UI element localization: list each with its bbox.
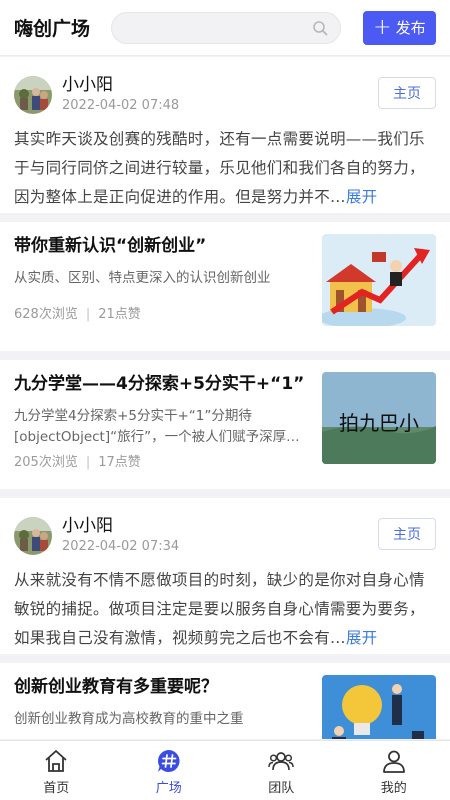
- expand-link[interactable]: 展开: [346, 629, 378, 647]
- user-meta: 小小阳 2022-04-02 07:34: [62, 516, 179, 556]
- post-card[interactable]: 小小阳 2022-04-02 07:34 主页 从来就没有不情不愿做项目的时刻，…: [0, 498, 450, 654]
- hashtag-chat-icon: [157, 750, 180, 772]
- article-desc: 从实质、区别、特点更深入的认识创新创业: [14, 270, 271, 286]
- post-card[interactable]: 小小阳 2022-04-02 07:48 主页 其实昨天谈及创赛的残酷时，还有一…: [0, 57, 450, 213]
- user-icon: [382, 750, 405, 773]
- page-title: 嗨创广场: [14, 18, 91, 40]
- tab-label: 团队: [268, 781, 295, 796]
- author-name[interactable]: 小小阳: [62, 516, 179, 536]
- article-desc-line-1: 九分学堂4分探索+5分实干+“1”分期待: [14, 408, 252, 424]
- article-card[interactable]: 九分学堂——4分探索+5分实干+“1”分期待 九分学堂4分探索+5分实干+“1”…: [0, 360, 450, 489]
- article-title: 创新创业教育有多重要呢？: [14, 677, 218, 697]
- plus-icon: +: [373, 14, 392, 40]
- publish-button[interactable]: + 发布: [362, 10, 437, 45]
- search-input[interactable]: [111, 11, 341, 44]
- home-page-button[interactable]: 主页: [378, 77, 436, 109]
- tab-label: 我的: [380, 781, 407, 796]
- search-icon[interactable]: [312, 20, 328, 36]
- like-count: 17点赞: [98, 455, 141, 470]
- post-header: 小小阳 2022-04-02 07:48 主页: [14, 73, 436, 117]
- thumbnail-text: 拍九巴小: [339, 411, 419, 435]
- post-time: 2022-04-02 07:34: [62, 539, 180, 554]
- article-card[interactable]: 带你重新认识“创新创业” 从实质、区别、特点更深入的认识创新创业 628次浏览 |…: [0, 222, 450, 351]
- avatar[interactable]: [14, 76, 52, 114]
- tab-team[interactable]: 团队: [225, 741, 338, 800]
- article-card[interactable]: 创新创业教育有多重要呢？ 创新创业教育成为高校教育的重中之重: [0, 663, 450, 739]
- feed-list[interactable]: 小小阳 2022-04-02 07:48 主页 其实昨天谈及创赛的残酷时，还有一…: [0, 57, 450, 739]
- view-count: 205次浏览: [14, 455, 78, 470]
- publish-label: 发布: [395, 19, 426, 37]
- innovation-growth-illustration: [322, 234, 436, 326]
- home-page-button[interactable]: 主页: [378, 518, 436, 550]
- expand-link[interactable]: 展开: [346, 188, 378, 206]
- view-count: 628次浏览: [14, 307, 78, 322]
- tab-home[interactable]: 首页: [0, 741, 113, 800]
- author-name[interactable]: 小小阳: [62, 75, 179, 95]
- post-header: 小小阳 2022-04-02 07:34 主页: [14, 514, 436, 558]
- article-thumbnail[interactable]: [322, 675, 436, 739]
- article-desc: 创新创业教育成为高校教育的重中之重: [14, 711, 244, 727]
- user-meta: 小小阳 2022-04-02 07:48: [62, 75, 179, 115]
- article-stats: 628次浏览 | 21点赞: [14, 307, 141, 322]
- article-title: 带你重新认识“创新创业”: [14, 236, 207, 256]
- avatar[interactable]: [14, 517, 52, 555]
- post-content[interactable]: 从来就没有不情不愿做项目的时刻，缺少的是你对自身心情敏锐的捕捉。做项目注定是要以…: [14, 566, 436, 653]
- home-icon: [45, 750, 67, 772]
- tab-label: 广场: [155, 781, 182, 796]
- article-stats: 205次浏览 | 17点赞: [14, 455, 141, 470]
- post-time: 2022-04-02 07:48: [62, 98, 180, 113]
- like-count: 21点赞: [98, 307, 141, 322]
- article-desc-line-2: [objectObject]“旅行”，一个被人们赋予深厚…: [14, 429, 300, 445]
- tab-square[interactable]: 广场: [113, 741, 226, 800]
- tab-mine[interactable]: 我的: [338, 741, 450, 800]
- article-title: 九分学堂——4分探索+5分实干+“1”分期待: [14, 374, 304, 394]
- bottom-tab-bar: 首页 广场 团队 我的: [0, 740, 450, 800]
- article-thumbnail[interactable]: [322, 234, 436, 326]
- lightbulb-illustration: [322, 675, 436, 739]
- post-content[interactable]: 其实昨天谈及创赛的残酷时，还有一点需要说明——我们乐于与同行同侪之间进行较量，乐…: [14, 125, 436, 212]
- tab-label: 首页: [43, 781, 70, 796]
- team-icon: [268, 752, 294, 771]
- top-bar: 嗨创广场 + 发布: [0, 0, 450, 56]
- article-thumbnail[interactable]: 拍九巴小: [322, 372, 436, 464]
